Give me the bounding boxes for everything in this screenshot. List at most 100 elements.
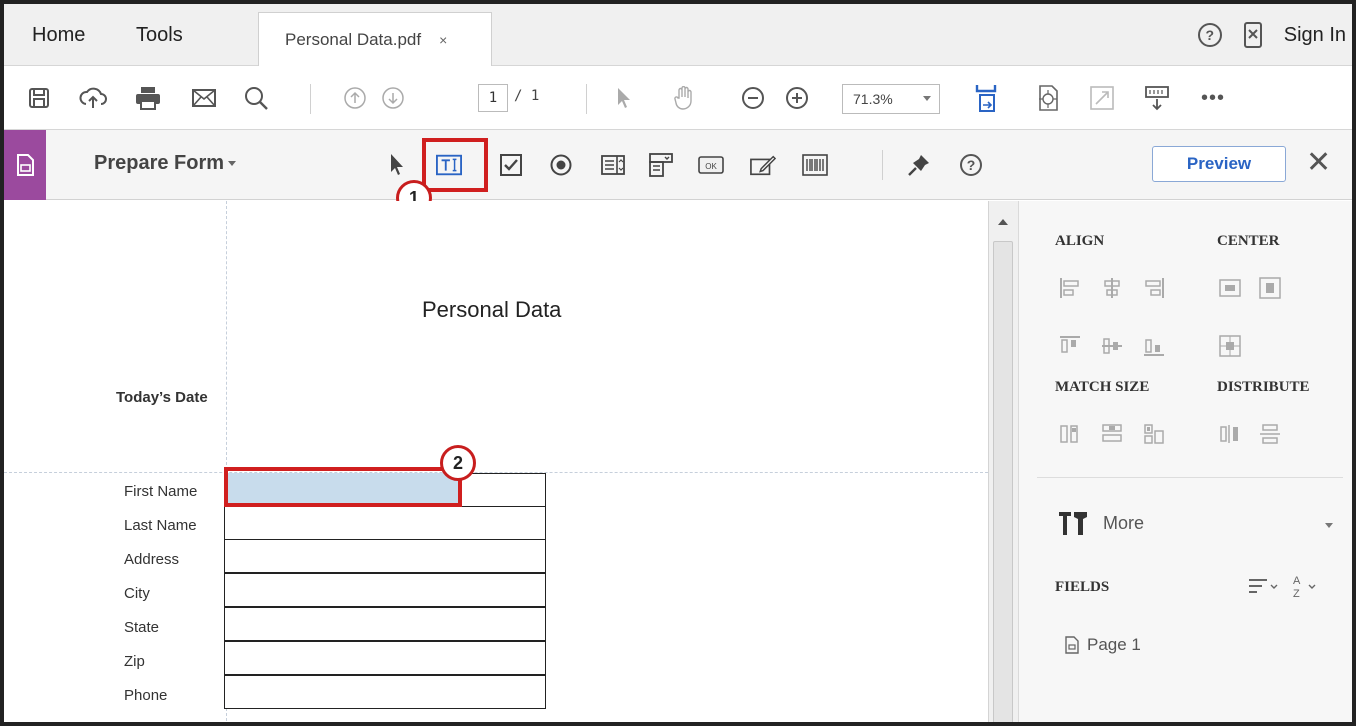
scrollbar-thumb[interactable] [993, 241, 1013, 722]
align-center-icon[interactable] [1101, 277, 1123, 299]
list-box-icon[interactable] [600, 152, 626, 178]
search-icon[interactable] [242, 82, 270, 114]
page-total: / 1 [514, 88, 540, 104]
tab-tools[interactable]: Tools [136, 4, 183, 66]
align-right-icon[interactable] [1143, 277, 1165, 299]
document-page: Personal Data Today’s Date First Name La… [4, 201, 988, 722]
city-label: City [124, 585, 150, 602]
distribute-vertical-icon[interactable] [1259, 423, 1281, 445]
page-icon [1065, 636, 1079, 654]
prev-page-icon[interactable] [342, 82, 368, 114]
more-menu[interactable]: More [1057, 509, 1144, 537]
scroll-up-icon[interactable] [998, 219, 1008, 225]
fullscreen-icon[interactable] [1088, 82, 1116, 114]
tab-document-label: Personal Data.pdf [285, 30, 422, 49]
dropdown-icon[interactable] [648, 152, 674, 178]
distribute-horizontal-icon[interactable] [1219, 423, 1241, 445]
zoom-value: 71.3% [853, 91, 893, 107]
more-label: More [1103, 512, 1145, 533]
radio-button-icon[interactable] [548, 152, 574, 178]
prepare-form-label: Prepare Form [94, 152, 225, 174]
header-actions: ? Sign In [1197, 4, 1346, 66]
print-icon[interactable] [134, 82, 162, 114]
align-left-icon[interactable] [1059, 277, 1081, 299]
select-icon[interactable] [384, 152, 410, 178]
svg-text:Z: Z [1293, 588, 1300, 599]
tab-home[interactable]: Home [32, 4, 85, 66]
match-width-icon[interactable] [1059, 423, 1081, 445]
signature-icon[interactable] [750, 152, 776, 178]
chevron-down-icon [923, 96, 931, 101]
email-icon[interactable] [190, 82, 218, 114]
zoom-dropdown[interactable]: 71.3% [842, 84, 940, 114]
match-height-icon[interactable] [1101, 423, 1123, 445]
prepare-form-icon [4, 130, 46, 200]
vertical-scrollbar[interactable] [988, 201, 1018, 722]
align-top-icon[interactable] [1059, 335, 1081, 357]
chevron-down-icon[interactable] [1325, 523, 1333, 528]
state-label: State [124, 619, 160, 636]
fields-heading: FIELDS [1055, 579, 1110, 595]
main-toolbar: 1 / 1 71.3% ••• [4, 66, 1352, 130]
highlight-first-name-field [224, 467, 462, 507]
sort-order-icon[interactable] [1247, 577, 1281, 595]
tab-bar: Home Tools Personal Data.pdf × ? Sign In [4, 4, 1352, 67]
address-field[interactable] [224, 539, 546, 573]
acrobat-window: Home Tools Personal Data.pdf × ? Sign In [0, 0, 1356, 726]
highlight-text-field-tool [422, 138, 488, 192]
checkbox-icon[interactable] [498, 152, 524, 178]
select-cursor-icon[interactable] [612, 82, 636, 114]
page-1-label: Page 1 [1087, 635, 1141, 654]
pin-icon[interactable] [906, 152, 932, 178]
mobile-icon[interactable] [1243, 22, 1262, 48]
upload-icon[interactable] [78, 82, 108, 114]
address-label: Address [124, 551, 180, 568]
align-heading: ALIGN [1055, 233, 1105, 249]
scroll-mode-icon[interactable] [1142, 82, 1172, 114]
button-icon[interactable]: OK [698, 152, 724, 178]
fit-page-icon[interactable] [972, 82, 1000, 114]
distribute-heading: DISTRIBUTE [1217, 379, 1310, 395]
help-icon[interactable]: ? [1197, 23, 1222, 47]
center-both-icon[interactable] [1219, 335, 1241, 357]
callout-2: 2 [440, 445, 476, 481]
document-title: Personal Data [422, 297, 562, 322]
first-name-label: First Name [124, 483, 198, 500]
city-field[interactable] [224, 573, 546, 607]
zip-field[interactable] [224, 641, 546, 675]
tab-document[interactable]: Personal Data.pdf × [258, 12, 492, 67]
more-icon[interactable]: ••• [1198, 82, 1228, 114]
svg-text:OK: OK [705, 162, 717, 171]
close-tool-icon[interactable]: ✕ [1306, 148, 1331, 178]
last-name-label: Last Name [124, 517, 197, 534]
align-bottom-icon[interactable] [1143, 335, 1165, 357]
hand-icon[interactable] [670, 82, 698, 114]
zoom-in-icon[interactable] [784, 82, 810, 114]
chevron-down-icon [228, 161, 237, 167]
page-1-node[interactable]: Page 1 [1065, 635, 1141, 655]
prepare-form-bar: Prepare Form OK ? Preview ✕ [4, 130, 1352, 200]
rotate-icon[interactable] [1034, 82, 1062, 114]
state-field[interactable] [224, 607, 546, 641]
page-number-input[interactable]: 1 [478, 84, 508, 112]
preview-button[interactable]: Preview [1152, 146, 1286, 182]
tools-icon [1059, 512, 1087, 535]
zip-label: Zip [124, 653, 145, 670]
sort-alpha-icon[interactable]: AZ [1291, 573, 1323, 599]
tab-close-icon[interactable]: × [439, 32, 447, 48]
center-horizontal-icon[interactable] [1219, 277, 1241, 299]
center-vertical-icon[interactable] [1259, 277, 1281, 299]
help-icon[interactable]: ? [958, 152, 984, 178]
panel-divider [1037, 477, 1343, 478]
barcode-icon[interactable] [802, 152, 828, 178]
zoom-out-icon[interactable] [740, 82, 766, 114]
match-both-icon[interactable] [1143, 423, 1165, 445]
sign-in-link[interactable]: Sign In [1284, 24, 1346, 47]
todays-date-label: Today’s Date [116, 389, 208, 406]
prepare-form-menu[interactable]: Prepare Form [94, 152, 237, 175]
align-middle-icon[interactable] [1101, 335, 1123, 357]
save-icon[interactable] [26, 82, 52, 114]
phone-field[interactable] [224, 675, 546, 709]
last-name-field[interactable] [224, 506, 546, 540]
next-page-icon[interactable] [380, 82, 406, 114]
